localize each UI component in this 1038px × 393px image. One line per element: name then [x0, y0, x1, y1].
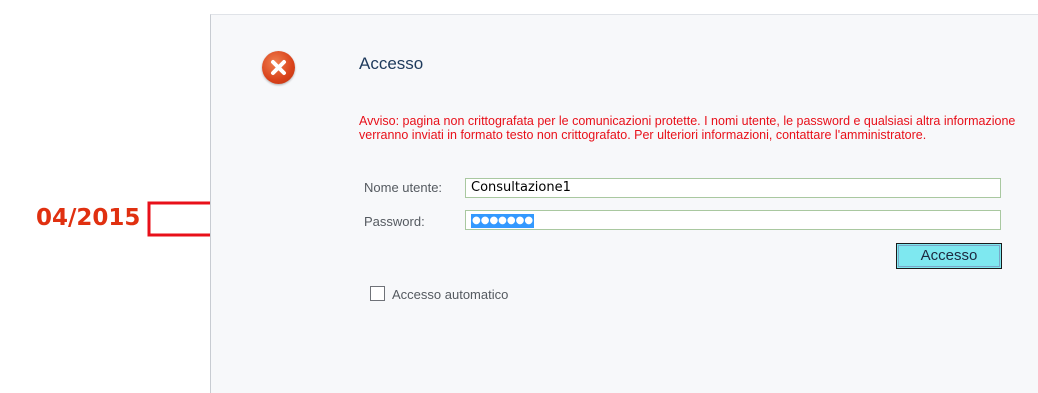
auto-login-checkbox[interactable]	[370, 286, 385, 301]
login-button[interactable]: Accesso	[896, 243, 1002, 269]
security-warning-text: Avviso: pagina non crittografata per le …	[359, 114, 1016, 142]
auto-login-label[interactable]: Accesso automatico	[392, 287, 508, 302]
login-dialog: Accesso Avviso: pagina non crittografata…	[210, 14, 1038, 393]
password-input[interactable]: ●●●●●●●	[465, 210, 1001, 230]
password-masked-value: ●●●●●●●	[471, 214, 535, 228]
password-label: Password:	[364, 214, 425, 229]
annotation-date-label: 04/2015	[36, 205, 141, 231]
username-label: Nome utente:	[364, 180, 443, 195]
dialog-title: Accesso	[359, 54, 424, 73]
username-input[interactable]: Consultazione1	[465, 178, 1001, 198]
error-icon	[262, 51, 295, 84]
